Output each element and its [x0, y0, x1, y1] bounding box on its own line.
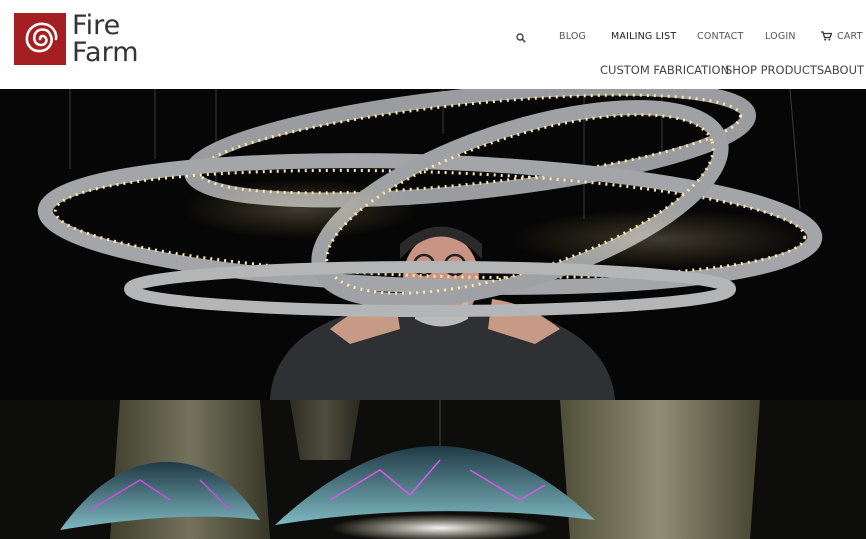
hero-image-shell-lamps [0, 400, 866, 539]
main-nav: CUSTOM FABRICATION SHOP PRODUCTS ABOUT [0, 63, 866, 79]
cart-icon[interactable] [821, 31, 833, 44]
nav-contact[interactable]: CONTACT [697, 31, 743, 42]
nav-blog[interactable]: BLOG [559, 31, 586, 42]
nav-about[interactable]: ABOUT [824, 63, 864, 77]
hero-image-ring-chandelier [0, 89, 866, 400]
search-icon[interactable] [516, 33, 526, 46]
nav-shop-products[interactable]: SHOP PRODUCTS [725, 63, 824, 77]
nav-mailing-list[interactable]: MAILING LIST [611, 31, 676, 42]
nav-custom-fabrication[interactable]: CUSTOM FABRICATION [600, 63, 729, 77]
nav-login[interactable]: LOGIN [765, 31, 796, 42]
site-header: Fire Farm BLOG MAILING LIST CONTACT LOGI… [0, 0, 866, 89]
top-nav: BLOG MAILING LIST CONTACT LOGIN CART [0, 31, 866, 45]
nav-cart[interactable]: CART [837, 31, 863, 42]
